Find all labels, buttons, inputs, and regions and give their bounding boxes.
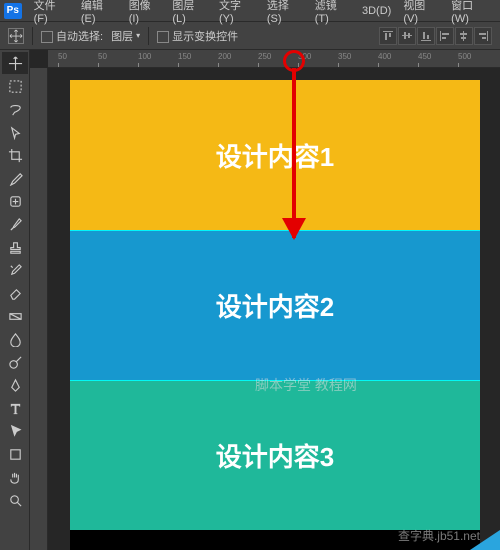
align-right-button[interactable] — [474, 27, 492, 45]
marquee-tool[interactable] — [2, 75, 28, 97]
ruler-tick: 200 — [218, 52, 231, 61]
document-canvas[interactable]: 设计内容1 设计内容2 设计内容3 — [70, 80, 480, 550]
ruler-vertical[interactable] — [30, 68, 48, 550]
dodge-tool[interactable] — [2, 351, 28, 373]
show-transform-label: 显示变换控件 — [172, 31, 238, 43]
hand-tool[interactable] — [2, 466, 28, 488]
options-bar: 自动选择: 图层 显示变换控件 — [0, 22, 500, 50]
lasso-tool[interactable] — [2, 98, 28, 120]
menu-layer[interactable]: 图层(L) — [166, 0, 213, 25]
menu-filter[interactable]: 滤镜(T) — [309, 0, 356, 25]
crop-tool[interactable] — [2, 144, 28, 166]
menu-file[interactable]: 文件(F) — [28, 0, 75, 25]
align-left-button[interactable] — [436, 27, 454, 45]
design-slice-3: 设计内容3 — [70, 380, 480, 530]
path-select-tool[interactable] — [2, 420, 28, 442]
ruler-tick: 50 — [98, 52, 107, 61]
ruler-tick: 450 — [418, 52, 431, 61]
move-tool-icon — [8, 28, 24, 44]
menu-3d[interactable]: 3D(D) — [356, 5, 397, 17]
menu-select[interactable]: 选择(S) — [261, 0, 309, 25]
ruler-tick: 250 — [258, 52, 271, 61]
move-tool[interactable] — [2, 52, 28, 74]
stamp-tool[interactable] — [2, 236, 28, 258]
page-curl-icon — [470, 530, 500, 550]
toolbar — [0, 50, 30, 550]
menu-view[interactable]: 视图(V) — [397, 0, 445, 25]
align-top-button[interactable] — [379, 27, 397, 45]
ruler-tick: 350 — [338, 52, 351, 61]
type-tool[interactable] — [2, 397, 28, 419]
auto-select-checkbox[interactable]: 自动选择: — [41, 28, 103, 44]
guide-line[interactable] — [70, 380, 480, 381]
align-bottom-button[interactable] — [417, 27, 435, 45]
menu-type[interactable]: 文字(Y) — [213, 0, 261, 25]
annotation-circle — [283, 50, 305, 72]
separator — [32, 27, 33, 45]
app-logo: Ps — [4, 3, 22, 19]
ruler-horizontal[interactable]: 50 50 100 150 200 250 300 350 400 450 50… — [48, 50, 500, 68]
history-brush-tool[interactable] — [2, 259, 28, 281]
ruler-tick: 150 — [178, 52, 191, 61]
eyedropper-tool[interactable] — [2, 167, 28, 189]
auto-select-label: 自动选择: — [56, 31, 103, 43]
auto-select-target-dropdown[interactable]: 图层 — [111, 28, 140, 44]
eraser-tool[interactable] — [2, 282, 28, 304]
align-group — [379, 27, 492, 45]
shape-tool[interactable] — [2, 443, 28, 465]
ruler-tick: 100 — [138, 52, 151, 61]
menu-window[interactable]: 窗口(W) — [445, 0, 496, 25]
align-hcenter-button[interactable] — [455, 27, 473, 45]
workspace: 50 50 100 150 200 250 300 350 400 450 50… — [0, 50, 500, 550]
align-vcenter-button[interactable] — [398, 27, 416, 45]
gradient-tool[interactable] — [2, 305, 28, 327]
menu-image[interactable]: 图像(I) — [123, 0, 167, 25]
blur-tool[interactable] — [2, 328, 28, 350]
design-slice-2: 设计内容2 — [70, 230, 480, 380]
brush-tool[interactable] — [2, 213, 28, 235]
annotation-arrow — [292, 68, 296, 238]
separator — [148, 27, 149, 45]
canvas-area[interactable]: 50 50 100 150 200 250 300 350 400 450 50… — [30, 50, 500, 550]
healing-tool[interactable] — [2, 190, 28, 212]
quick-select-tool[interactable] — [2, 121, 28, 143]
guide-line[interactable] — [70, 230, 480, 231]
show-transform-checkbox[interactable]: 显示变换控件 — [157, 28, 238, 44]
pen-tool[interactable] — [2, 374, 28, 396]
zoom-tool[interactable] — [2, 489, 28, 511]
menu-edit[interactable]: 编辑(E) — [75, 0, 123, 25]
menubar: Ps 文件(F) 编辑(E) 图像(I) 图层(L) 文字(Y) 选择(S) 滤… — [0, 0, 500, 22]
ruler-tick: 400 — [378, 52, 391, 61]
ruler-tick: 50 — [58, 52, 67, 61]
ruler-tick: 500 — [458, 52, 471, 61]
design-slice-1: 设计内容1 — [70, 80, 480, 230]
